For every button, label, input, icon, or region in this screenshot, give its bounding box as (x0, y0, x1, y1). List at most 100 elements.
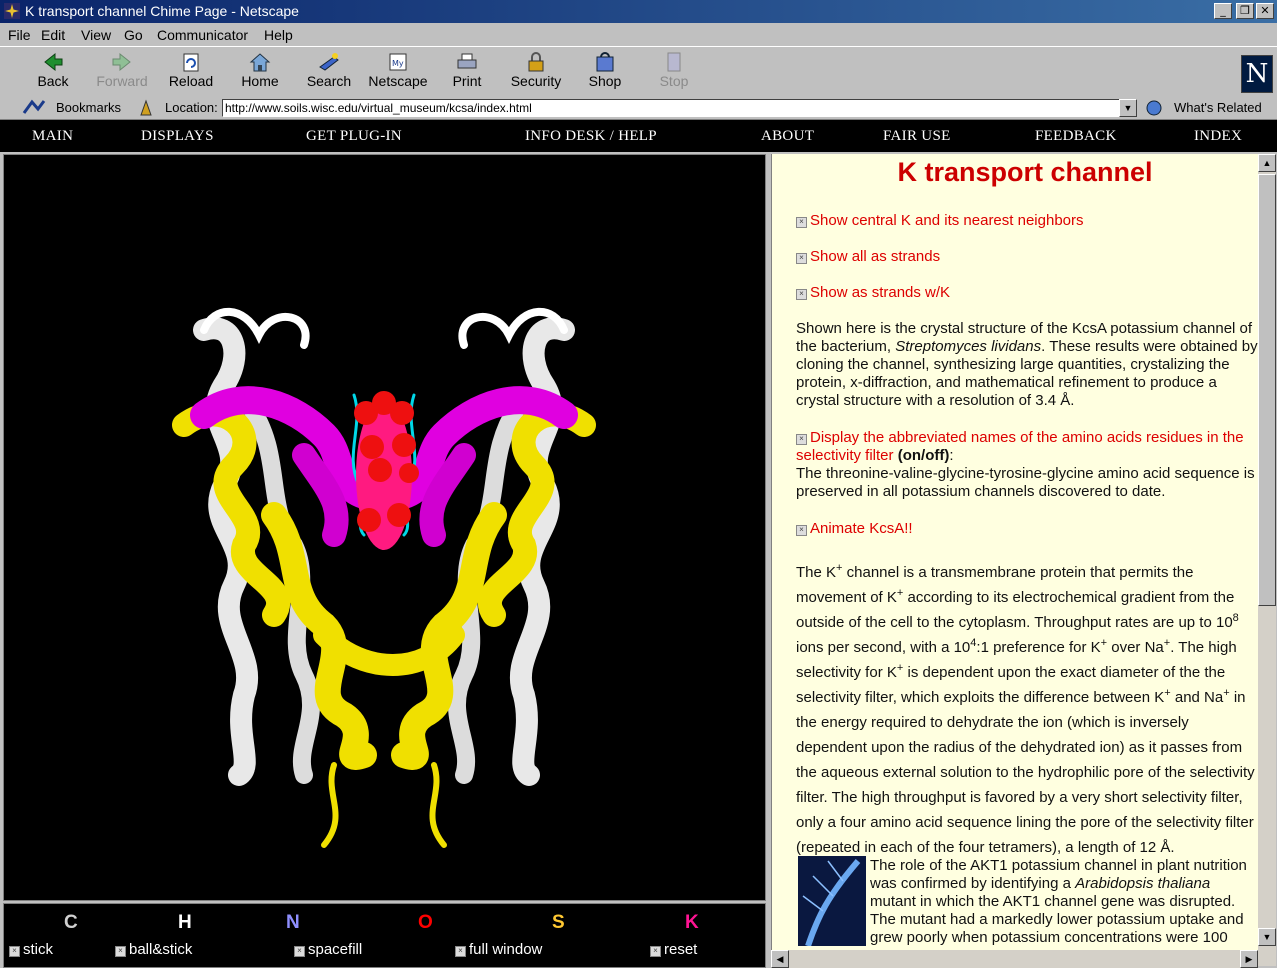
nav-about[interactable]: ABOUT (761, 128, 814, 145)
shop-icon (596, 52, 614, 72)
animate-kcsa-link[interactable]: × Animate KcsA!! (796, 520, 1258, 538)
navigation-toolbar: Back Forward Reload Home Search My Netsc… (0, 46, 1277, 98)
scroll-right-button[interactable]: ▶ (1240, 950, 1258, 968)
print-icon (457, 53, 477, 69)
stick-option[interactable]: × stick (9, 941, 53, 958)
legend-nitrogen: N (286, 912, 300, 933)
stop-button[interactable]: Stop (641, 51, 707, 95)
url-input[interactable]: http://www.soils.wisc.edu/virtual_museum… (222, 99, 1121, 117)
menu-help[interactable]: Help (264, 27, 293, 43)
reset-option[interactable]: × reset (650, 941, 697, 958)
reset-label: reset (664, 941, 698, 958)
reload-button[interactable]: Reload (158, 51, 224, 95)
color-legend: C H N O S K × stick × ball&stick × spacefil… (3, 903, 766, 968)
whats-related-button[interactable]: What's Related (1174, 100, 1262, 115)
link-bullet-icon: × (796, 434, 807, 445)
scroll-thumb[interactable] (1258, 174, 1276, 606)
arabidopsis-root-image[interactable] (798, 856, 866, 946)
search-label: Search (306, 73, 352, 89)
maximize-button[interactable]: ❐ (1236, 3, 1254, 19)
species-name: Streptomyces lividans (895, 338, 1042, 355)
menu-go[interactable]: Go (124, 27, 143, 43)
bookmarks-icon (22, 99, 46, 114)
link-bullet-icon: × (796, 253, 807, 264)
search-button[interactable]: Search (296, 51, 362, 95)
netscape-logo[interactable]: N (1241, 55, 1273, 93)
menu-edit[interactable]: Edit (41, 27, 65, 43)
svg-text:My: My (392, 59, 404, 68)
site-nav-bar: MAIN DISPLAYS GET PLUG-IN INFO DESK / HE… (0, 120, 1277, 152)
nav-index[interactable]: INDEX (1194, 128, 1242, 145)
nav-feedback[interactable]: FEEDBACK (1035, 128, 1117, 145)
spacefill-label: spacefill (308, 941, 363, 958)
on-off-toggle[interactable]: (on/off) (898, 447, 950, 464)
scroll-left-button[interactable]: ◀ (771, 950, 789, 968)
nav-get-plugin[interactable]: GET PLUG-IN (306, 128, 402, 145)
location-bar: Bookmarks Location: http://www.soils.wis… (0, 97, 1277, 120)
legend-hydrogen: H (178, 912, 192, 933)
security-button[interactable]: Security (503, 51, 569, 95)
checkbox-icon: × (294, 946, 305, 957)
molecule-viewer[interactable] (3, 154, 766, 901)
menu-view[interactable]: View (81, 27, 111, 43)
forward-arrow-icon (112, 52, 131, 72)
shop-label: Shop (588, 73, 622, 89)
nav-info-desk-help[interactable]: INFO DESK / HELP (525, 128, 657, 145)
ball-stick-option[interactable]: × ball&stick (115, 941, 192, 958)
show-strands-link[interactable]: × Show all as strands (796, 248, 1258, 266)
link-bullet-icon: × (796, 289, 807, 300)
checkbox-icon: × (115, 946, 126, 957)
filter-text: The threonine-valine-glycine-tyrosine-gl… (796, 465, 1255, 500)
print-label: Print (452, 73, 482, 89)
legend-carbon: C (64, 912, 78, 933)
link-bullet-icon: × (796, 217, 807, 228)
nav-displays[interactable]: DISPLAYS (141, 128, 214, 145)
reload-label: Reload (168, 73, 214, 89)
whats-related-icon (1146, 100, 1162, 116)
info-panel: K transport channel × Show central K and … (771, 154, 1258, 966)
stop-label: Stop (659, 73, 689, 89)
home-button[interactable]: Home (227, 51, 293, 95)
spacefill-option[interactable]: × spacefill (294, 941, 362, 958)
full-window-option[interactable]: × full window (455, 941, 542, 958)
forward-button[interactable]: Forward (89, 51, 155, 95)
netscape-button[interactable]: My Netscape (365, 51, 431, 95)
intro-paragraph: Shown here is the crystal structure of t… (796, 320, 1258, 410)
akt1-paragraph: The role of the AKT1 potassium channel i… (870, 857, 1247, 946)
shop-button[interactable]: Shop (572, 51, 638, 95)
show-central-k-label: Show central K and its nearest neighbors (810, 212, 1084, 229)
back-label: Back (37, 73, 69, 89)
legend-potassium: K (685, 912, 699, 933)
ball-stick-label: ball&stick (129, 941, 193, 958)
print-button[interactable]: Print (434, 51, 500, 95)
show-central-k-link[interactable]: × Show central K and its nearest neighbor… (796, 212, 1258, 230)
minimize-button[interactable]: _ (1214, 3, 1232, 19)
menu-communicator[interactable]: Communicator (157, 27, 248, 43)
scroll-down-button[interactable]: ▼ (1258, 928, 1276, 946)
netscape-label: Netscape (368, 73, 428, 89)
channel-paragraph: The K+ channel is a transmembrane protei… (796, 562, 1255, 857)
nav-fair-use[interactable]: FAIR USE (883, 128, 951, 145)
reload-icon (183, 53, 199, 72)
kcsa-ribbon-model[interactable] (4, 155, 765, 900)
forward-label: Forward (96, 73, 148, 89)
show-strands-k-label: Show as strands w/K (810, 284, 951, 301)
url-dropdown-button[interactable]: ▼ (1119, 99, 1137, 117)
title-bar: K transport channel Chime Page - Netscap… (0, 0, 1277, 23)
animate-kcsa-label: Animate KcsA!! (810, 520, 913, 537)
netscape-app-icon (4, 3, 20, 19)
nav-main[interactable]: MAIN (32, 128, 73, 145)
bookmarks-button[interactable]: Bookmarks (56, 100, 121, 115)
show-strands-k-link[interactable]: × Show as strands w/K (796, 284, 1258, 302)
horizontal-scrollbar[interactable]: ◀ ▶ (771, 950, 1258, 968)
amino-acid-names-link[interactable]: Display the abbreviated names of the ami… (796, 429, 1244, 464)
checkbox-icon: × (650, 946, 661, 957)
scroll-up-button[interactable]: ▲ (1258, 154, 1276, 172)
menu-bar: File Edit View Go Communicator Help (0, 23, 1277, 45)
location-icon (140, 99, 152, 116)
link-bullet-icon: × (796, 525, 807, 536)
menu-file[interactable]: File (8, 27, 31, 43)
back-button[interactable]: Back (20, 51, 86, 95)
vertical-scrollbar[interactable]: ▲ ▼ (1258, 154, 1276, 966)
close-button[interactable]: ✕ (1256, 3, 1274, 19)
